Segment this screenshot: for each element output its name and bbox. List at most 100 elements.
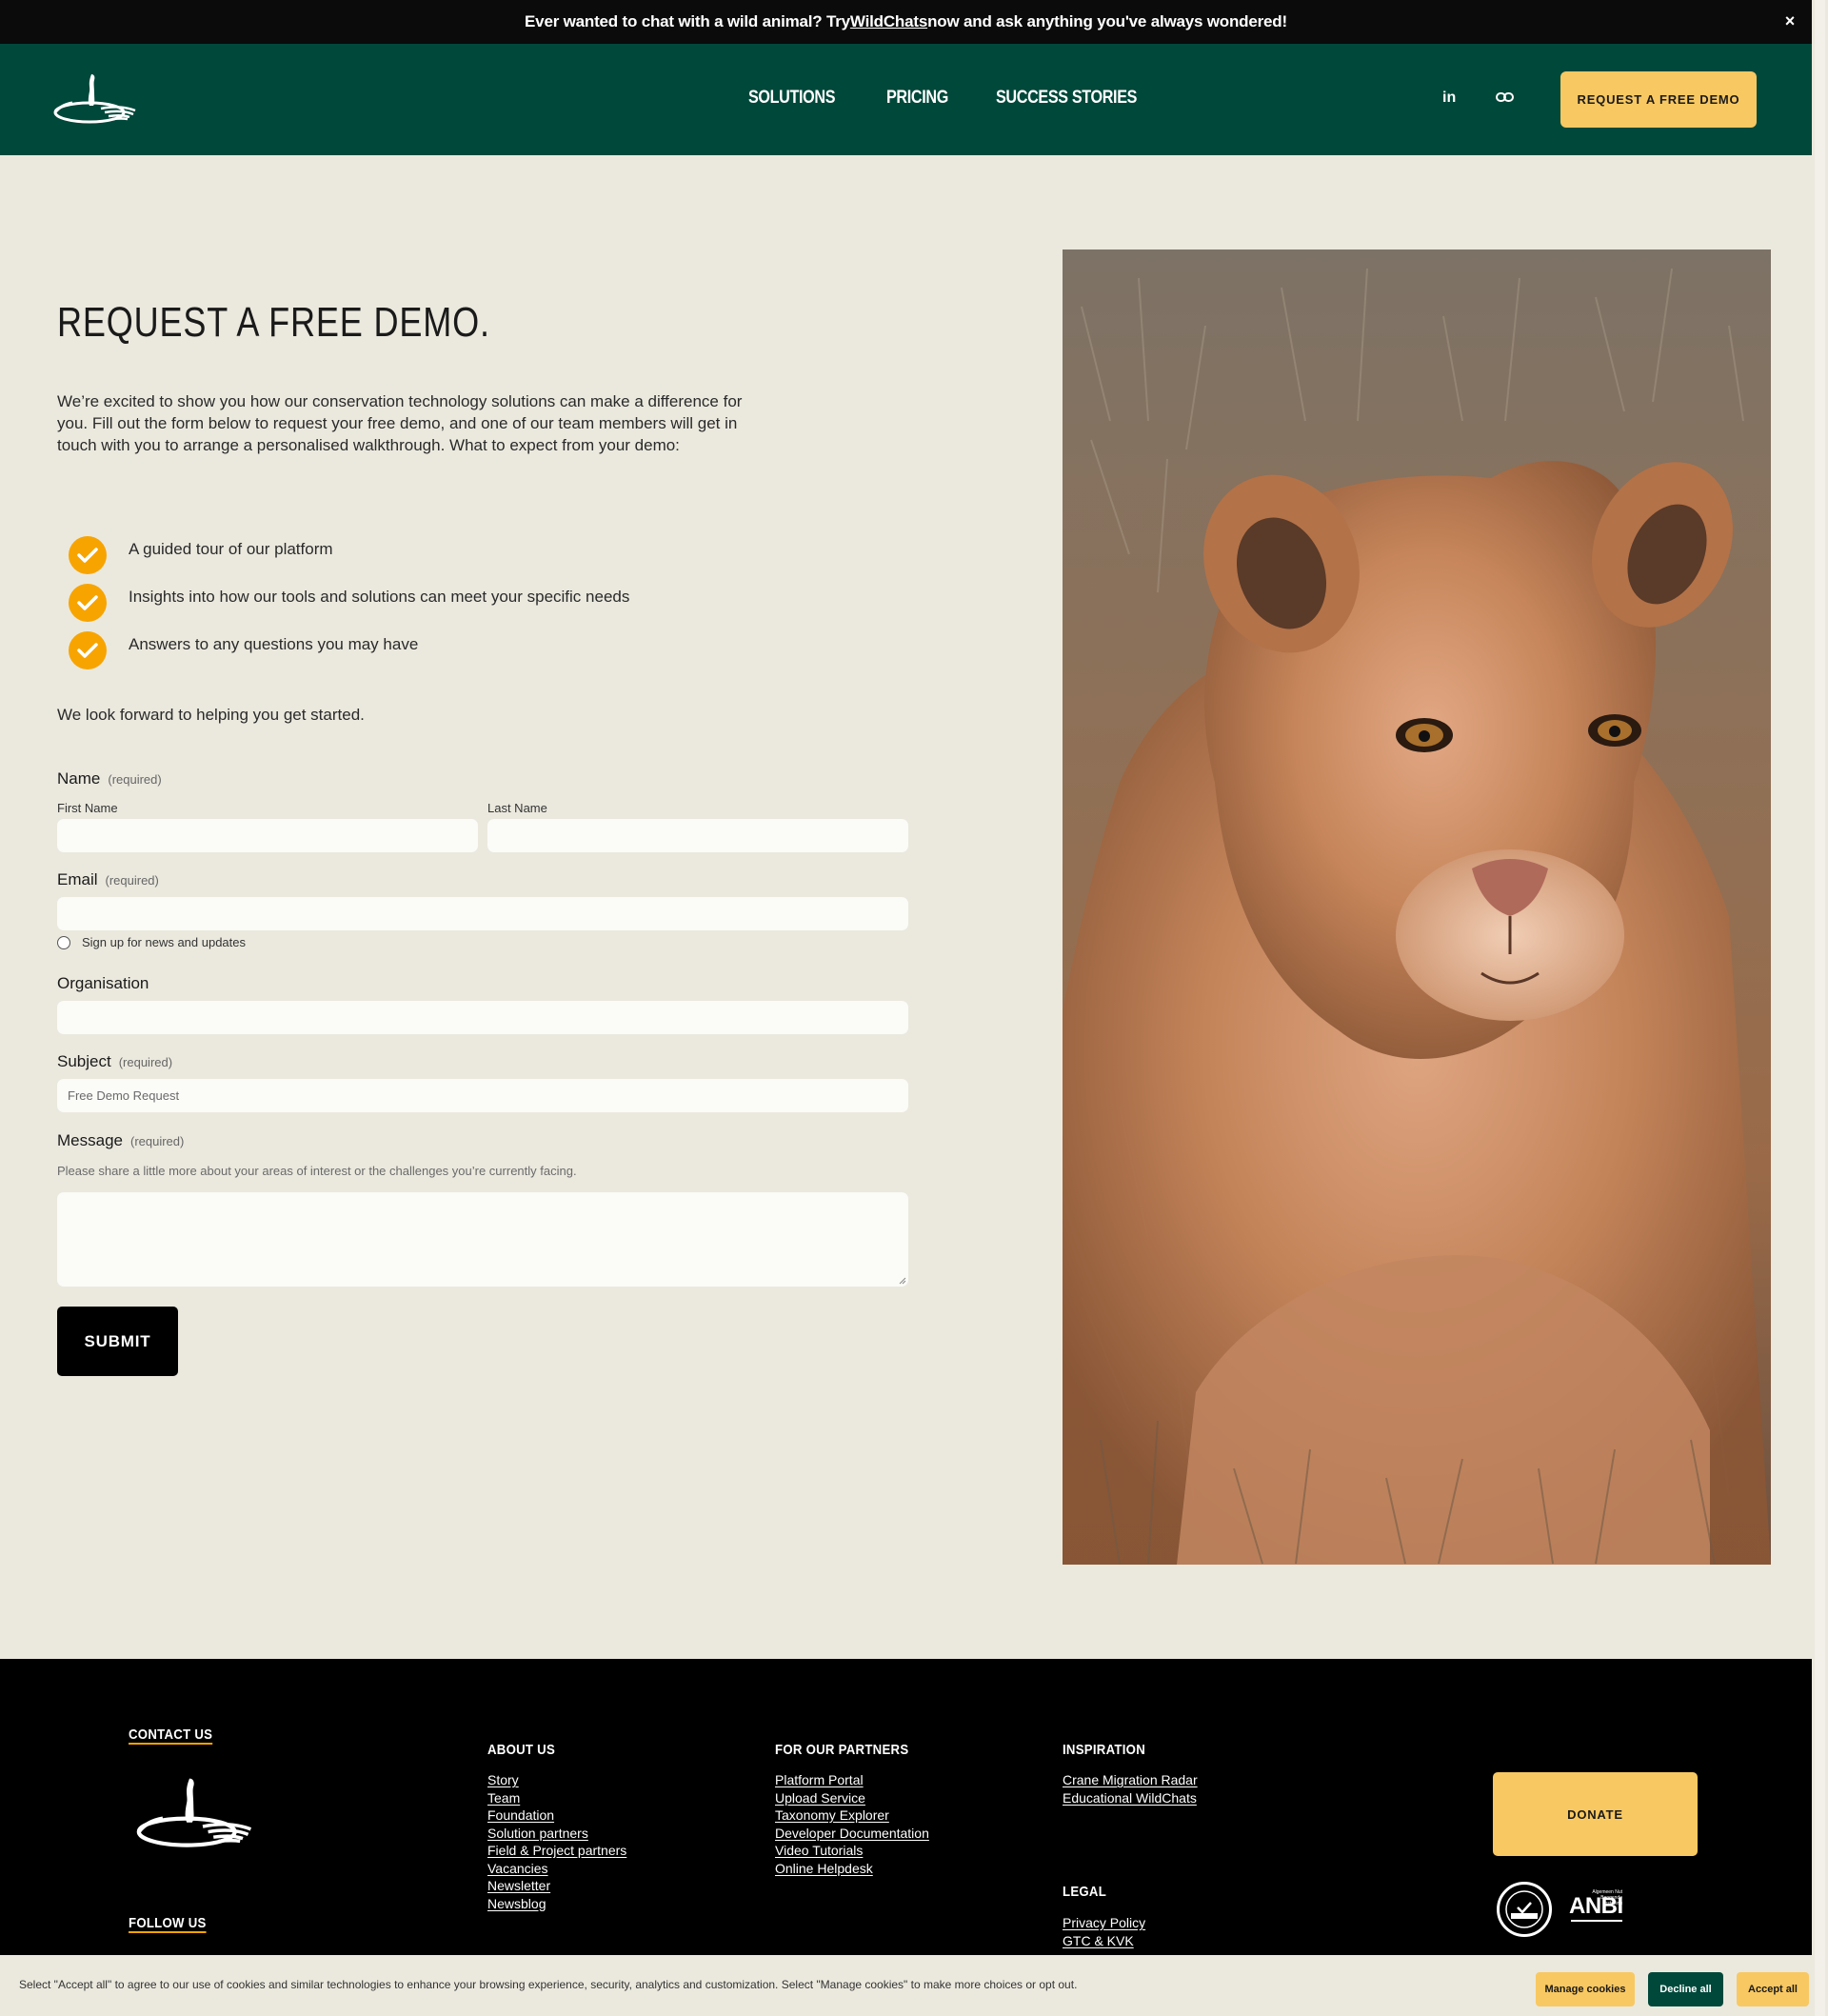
newsletter-checkbox[interactable]	[57, 936, 70, 949]
list-item-text: A guided tour of our platform	[129, 540, 333, 558]
nav-solutions[interactable]: SOLUTIONS	[748, 88, 836, 109]
linkedin-icon[interactable]: in	[1442, 90, 1456, 107]
footer-link-newsletter[interactable]: Newsletter	[487, 1878, 550, 1893]
follow-us-heading: FOLLOW US	[129, 1915, 207, 1931]
message-label-text: Message	[57, 1131, 123, 1149]
footer-link-educational-wildchats[interactable]: Educational WildChats	[1063, 1790, 1197, 1806]
footer-link-upload-service[interactable]: Upload Service	[775, 1790, 865, 1806]
list-item: Online Helpdesk	[775, 1860, 929, 1878]
contact-us-link[interactable]: CONTACT US	[129, 1727, 212, 1743]
list-item: Newsletter	[487, 1877, 626, 1895]
name-label: Name (required)	[57, 769, 162, 788]
message-textarea[interactable]	[57, 1192, 908, 1287]
banner-text-before: Ever wanted to chat with a wild animal? …	[525, 12, 850, 30]
inspiration-heading: INSPIRATION	[1063, 1742, 1145, 1758]
list-item: Upload Service	[775, 1789, 929, 1807]
legal-heading: LEGAL	[1063, 1884, 1107, 1900]
main-nav: SOLUTIONS PRICING SUCCESS STORIES	[748, 88, 1162, 109]
footer-link-foundation[interactable]: Foundation	[487, 1807, 554, 1823]
about-us-links: Story Team Foundation Solution partners …	[487, 1771, 626, 1912]
wildchats-link[interactable]: WildChats	[850, 12, 927, 31]
partners-heading: FOR OUR PARTNERS	[775, 1742, 909, 1758]
banner-text-after: now and ask anything you've always wonde…	[927, 12, 1287, 30]
name-label-text: Name	[57, 769, 101, 788]
submit-button[interactable]: SUBMIT	[57, 1307, 178, 1376]
footer-link-solution-partners[interactable]: Solution partners	[487, 1826, 588, 1841]
required-marker: (required)	[129, 1134, 185, 1148]
footer-link-video-tutorials[interactable]: Video Tutorials	[775, 1843, 863, 1858]
list-item: Foundation	[487, 1806, 626, 1825]
first-name-field[interactable]	[57, 819, 478, 852]
subject-label-text: Subject	[57, 1052, 111, 1070]
partners-links: Platform Portal Upload Service Taxonomy …	[775, 1771, 929, 1877]
list-item: Insights into how our tools and solution…	[69, 579, 629, 627]
required-marker: (required)	[108, 772, 162, 787]
announcement-banner: Ever wanted to chat with a wild animal? …	[0, 0, 1812, 44]
last-name-label: Last Name	[487, 801, 547, 815]
footer-link-crane-radar[interactable]: Crane Migration Radar	[1063, 1772, 1198, 1787]
anbi-underline	[1571, 1920, 1622, 1922]
lion-cub-photo	[1063, 250, 1771, 1565]
email-label-text: Email	[57, 870, 98, 888]
subject-field[interactable]: Free Demo Request	[57, 1079, 908, 1112]
email-field[interactable]	[57, 897, 908, 930]
organisation-field[interactable]	[57, 1001, 908, 1034]
decline-all-button[interactable]: Decline all	[1648, 1972, 1723, 2006]
check-icon	[69, 536, 107, 574]
footer-link-developer-docs[interactable]: Developer Documentation	[775, 1826, 929, 1841]
nav-pricing[interactable]: PRICING	[886, 88, 948, 109]
footer-link-gtc-kvk[interactable]: GTC & KVK	[1063, 1933, 1134, 1948]
list-item: Privacy Policy	[1063, 1914, 1145, 1932]
donate-button[interactable]: DONATE	[1493, 1772, 1698, 1856]
footer-link-vacancies[interactable]: Vacancies	[487, 1861, 548, 1876]
list-item: Answers to any questions you may have	[69, 627, 629, 674]
inspiration-links: Crane Migration Radar Educational WildCh…	[1063, 1771, 1198, 1806]
footer-link-privacy-policy[interactable]: Privacy Policy	[1063, 1915, 1145, 1930]
footer-link-platform-portal[interactable]: Platform Portal	[775, 1772, 864, 1787]
message-help-text: Please share a little more about your ar…	[57, 1164, 577, 1178]
meerkat-logo[interactable]	[53, 70, 139, 128]
footer-link-online-helpdesk[interactable]: Online Helpdesk	[775, 1861, 873, 1876]
list-item: Crane Migration Radar	[1063, 1771, 1198, 1789]
footer-link-newsblog[interactable]: Newsblog	[487, 1896, 546, 1911]
close-banner-button[interactable]: ×	[1785, 11, 1796, 31]
footer-link-story[interactable]: Story	[487, 1772, 519, 1787]
required-marker: (required)	[118, 1055, 173, 1069]
accept-all-button[interactable]: Accept all	[1737, 1972, 1809, 2006]
footer-link-taxonomy-explorer[interactable]: Taxonomy Explorer	[775, 1807, 889, 1823]
validated-organization-badge	[1497, 1882, 1552, 1937]
about-us-heading: ABOUT US	[487, 1742, 556, 1758]
organisation-label: Organisation	[57, 974, 149, 992]
scrollbar-thumb[interactable]	[1815, 0, 1825, 2016]
subject-label: Subject (required)	[57, 1052, 172, 1071]
message-label: Message (required)	[57, 1131, 184, 1150]
list-item: Team	[487, 1789, 626, 1807]
list-item: Newsblog	[487, 1895, 626, 1913]
footer-link-field-partners[interactable]: Field & Project partners	[487, 1843, 626, 1858]
subject-placeholder: Free Demo Request	[68, 1088, 180, 1103]
last-name-field[interactable]	[487, 819, 908, 852]
nav-success-stories[interactable]: SUCCESS STORIES	[996, 88, 1137, 109]
page-scrollbar[interactable]	[1812, 0, 1828, 2016]
list-item: Educational WildChats	[1063, 1789, 1198, 1807]
newsletter-label: Sign up for news and updates	[82, 935, 247, 949]
expectations-list: A guided tour of our platform Insights i…	[69, 531, 629, 674]
manage-cookies-button[interactable]: Manage cookies	[1536, 1972, 1635, 2006]
check-icon	[69, 584, 107, 622]
list-item: Story	[487, 1771, 626, 1789]
anbi-logo: ANBI	[1569, 1893, 1623, 1919]
request-demo-button[interactable]: REQUEST A FREE DEMO	[1560, 71, 1757, 128]
list-item: Video Tutorials	[775, 1842, 929, 1860]
first-name-label: First Name	[57, 801, 118, 815]
check-icon	[69, 631, 107, 669]
footer-link-team[interactable]: Team	[487, 1790, 520, 1806]
closing-text: We look forward to helping you get start…	[57, 706, 365, 724]
resize-handle-icon[interactable]	[899, 1277, 906, 1285]
page-title: REQUEST A FREE DEMO.	[57, 299, 490, 346]
list-item: Solution partners	[487, 1825, 626, 1843]
link-icon[interactable]	[1496, 91, 1514, 103]
list-item: GTC & KVK	[1063, 1932, 1145, 1950]
list-item-text: Answers to any questions you may have	[129, 635, 419, 653]
list-item: Developer Documentation	[775, 1825, 929, 1843]
list-item: Platform Portal	[775, 1771, 929, 1789]
